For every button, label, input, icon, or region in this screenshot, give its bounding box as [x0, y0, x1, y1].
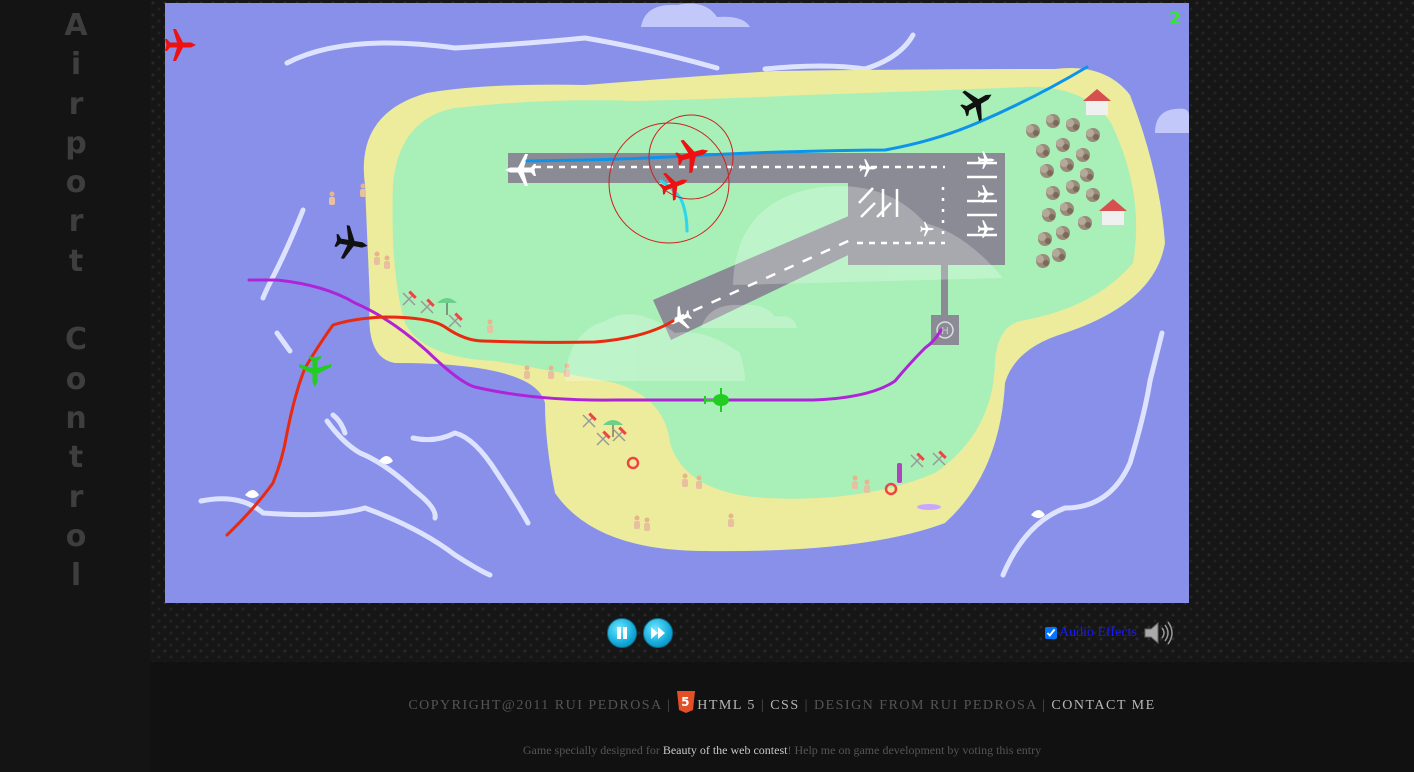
- fast-forward-button[interactable]: [643, 618, 673, 648]
- title-letter: [58, 281, 94, 320]
- svg-text:H: H: [941, 326, 949, 337]
- score-counter: 2: [1169, 9, 1181, 29]
- footer-links: COPYRIGHT@2011 RUI PEDROSA | 5 HTML 5 | …: [150, 690, 1414, 714]
- title-letter: l: [70, 558, 82, 594]
- audio-effects-checkbox[interactable]: [1045, 627, 1057, 639]
- title-letter: i: [70, 47, 82, 83]
- svg-text:5: 5: [681, 695, 691, 709]
- map-svg[interactable]: H: [165, 3, 1189, 603]
- vertical-title: A i r p o r t C o n t r o l: [58, 6, 94, 595]
- title-letter: n: [65, 400, 87, 436]
- html5-link[interactable]: HTML 5: [697, 698, 756, 713]
- footer-note: Game specially designed for Beauty of th…: [150, 743, 1414, 758]
- title-letter: r: [68, 479, 84, 515]
- audio-effects-label[interactable]: Audio Effects: [1059, 625, 1137, 641]
- plane-red-icon[interactable]: [165, 29, 196, 61]
- title-letter: A: [64, 8, 88, 43]
- contest-link[interactable]: Beauty of the web contest: [663, 743, 788, 757]
- title-letter: o: [65, 518, 87, 554]
- speaker-icon[interactable]: [1143, 620, 1175, 646]
- title-letter: r: [68, 86, 84, 122]
- copyright-text: COPYRIGHT@2011 RUI PEDROSA: [408, 698, 662, 713]
- contact-link[interactable]: CONTACT ME: [1051, 698, 1155, 713]
- footer-separator: |: [804, 698, 809, 713]
- pause-button[interactable]: [607, 618, 637, 648]
- title-letter: r: [68, 204, 84, 240]
- title-letter: o: [65, 361, 87, 397]
- footer-separator: |: [1042, 698, 1047, 713]
- title-letter: o: [65, 165, 87, 201]
- html5-icon: 5: [677, 691, 696, 713]
- left-sidebar: A i r p o r t C o n t r o l: [0, 0, 150, 772]
- page: A i r p o r t C o n t r o l H 2 Audio Ef…: [0, 0, 1414, 772]
- audio-effects-control[interactable]: Audio Effects: [1045, 621, 1175, 645]
- footer-separator: |: [760, 698, 766, 713]
- title-letter: C: [64, 322, 88, 358]
- title-letter: p: [65, 125, 87, 161]
- design-credit: DESIGN FROM RUI PEDROSA: [813, 698, 1038, 713]
- css-link[interactable]: CSS: [770, 698, 799, 713]
- plane-black-icon[interactable]: [332, 223, 371, 263]
- game-canvas[interactable]: H 2: [165, 3, 1189, 603]
- footer-separator: |: [666, 698, 672, 713]
- title-letter: t: [68, 243, 84, 279]
- note-suffix: ! Help me on game development by voting …: [787, 743, 1042, 757]
- note-prefix: Game specially designed for: [522, 743, 663, 757]
- title-letter: t: [68, 440, 84, 476]
